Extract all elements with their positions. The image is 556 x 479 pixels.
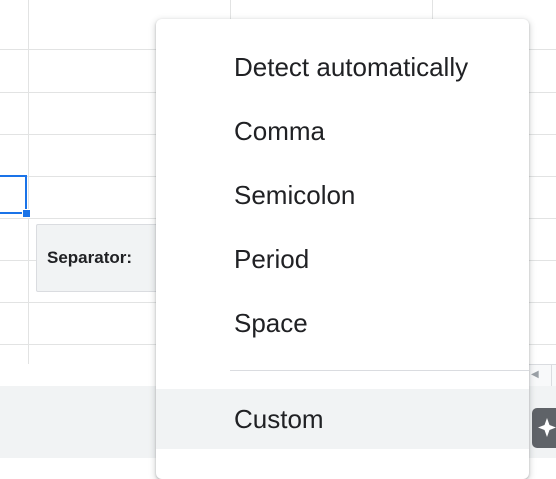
menu-item-period[interactable]: Period: [156, 229, 529, 289]
grid-column-line: [28, 0, 29, 364]
menu-item-comma[interactable]: Comma: [156, 101, 529, 161]
explore-sparkle-icon: [538, 418, 556, 437]
menu-item-space[interactable]: Space: [156, 293, 529, 353]
scroll-divider: [551, 364, 552, 386]
fill-handle[interactable]: [22, 209, 31, 218]
menu-item-detect-automatically[interactable]: Detect automatically: [156, 37, 529, 97]
separator-dropdown-menu: Detect automatically Comma Semicolon Per…: [156, 19, 529, 479]
separator-label: Separator:: [47, 248, 133, 267]
scroll-left-arrow-icon[interactable]: ◀: [531, 368, 539, 382]
menu-item-semicolon[interactable]: Semicolon: [156, 165, 529, 225]
menu-divider: [230, 370, 529, 371]
explore-button[interactable]: [532, 408, 556, 448]
menu-item-custom[interactable]: Custom: [156, 389, 529, 449]
